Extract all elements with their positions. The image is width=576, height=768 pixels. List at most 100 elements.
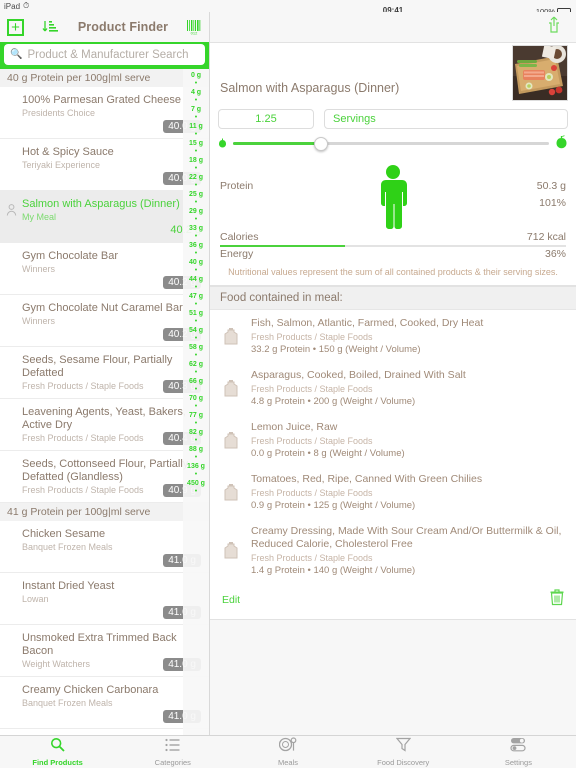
- sort-descending-icon[interactable]: [42, 19, 60, 35]
- index-dot[interactable]: •: [195, 182, 197, 190]
- list-item[interactable]: Instant Dried Yeast Lowan 41.0 g: [0, 573, 209, 625]
- list-item[interactable]: 100% Parmesan Grated Cheese Presidents C…: [0, 87, 209, 139]
- index-label[interactable]: 4 g: [191, 88, 201, 97]
- tab-find-products[interactable]: Find Products: [0, 737, 115, 767]
- index-label[interactable]: 62 g: [189, 360, 203, 369]
- list-item-selected[interactable]: Salmon with Asparagus (Dinner) My Meal 4…: [0, 191, 209, 243]
- index-label[interactable]: 11 g: [189, 122, 203, 131]
- ingredient-row[interactable]: Lemon Juice, Raw Fresh Products / Staple…: [210, 414, 576, 466]
- index-label[interactable]: 77 g: [189, 411, 203, 420]
- list-item[interactable]: Gym Chocolate Bar Winners 40.2 g: [0, 243, 209, 295]
- wifi-icon: ⏱: [23, 1, 30, 10]
- index-label[interactable]: 66 g: [189, 377, 203, 386]
- index-dot[interactable]: •: [195, 199, 197, 207]
- index-dot[interactable]: •: [195, 233, 197, 241]
- index-dot[interactable]: •: [195, 335, 197, 343]
- barcode-icon[interactable]: 012: [186, 19, 202, 35]
- index-dot[interactable]: •: [195, 352, 197, 360]
- index-label[interactable]: 22 g: [189, 173, 203, 182]
- index-label[interactable]: 0 g: [191, 71, 201, 80]
- index-dot[interactable]: •: [195, 114, 197, 122]
- index-label[interactable]: 51 g: [189, 309, 203, 318]
- list-item[interactable]: Dinner Savory Pork Patty Banquet Frozen …: [0, 729, 209, 735]
- index-label[interactable]: 18 g: [189, 156, 203, 165]
- index-label[interactable]: 15 g: [189, 139, 203, 148]
- edit-button[interactable]: Edit: [222, 594, 240, 606]
- list-item[interactable]: Unsmoked Extra Trimmed Back Bacon Weight…: [0, 625, 209, 677]
- index-label[interactable]: 54 g: [189, 326, 203, 335]
- nutrition-summary: Protein 50.3 g 101%: [210, 162, 576, 229]
- index-dot[interactable]: •: [195, 97, 197, 105]
- servings-slider[interactable]: [233, 136, 549, 151]
- index-label[interactable]: 58 g: [189, 343, 203, 352]
- tab-label: Find Products: [32, 758, 83, 767]
- toggles-icon: [510, 737, 527, 757]
- servings-quantity-input[interactable]: 1.25: [218, 109, 314, 129]
- section-index-scrollbar[interactable]: 0 g • 4 g • 7 g • 11 g • 15 g • 18 g • 22 g • 25 g • 29 …: [183, 69, 209, 735]
- ingredient-title: Asparagus, Cooked, Boiled, Drained With …: [251, 369, 466, 381]
- tab-categories[interactable]: Categories: [115, 738, 230, 767]
- index-label[interactable]: 36 g: [189, 241, 203, 250]
- index-dot[interactable]: •: [195, 250, 197, 258]
- index-dot[interactable]: •: [195, 386, 197, 394]
- index-label[interactable]: 7 g: [191, 105, 201, 114]
- index-dot[interactable]: •: [195, 131, 197, 139]
- list-item-title: Gym Chocolate Nut Caramel Bar: [22, 302, 183, 314]
- index-dot[interactable]: •: [195, 403, 197, 411]
- list-item[interactable]: Leavening Agents, Yeast, Bakers, Active …: [0, 399, 209, 451]
- index-label[interactable]: 44 g: [189, 275, 203, 284]
- trash-icon[interactable]: [550, 589, 564, 611]
- list-item[interactable]: Seeds, Sesame Flour, Partially Defatted …: [0, 347, 209, 399]
- index-dot[interactable]: •: [195, 420, 197, 428]
- ingredient-row[interactable]: Tomatoes, Red, Ripe, Canned With Green C…: [210, 466, 576, 518]
- index-dot[interactable]: •: [195, 318, 197, 326]
- tab-settings[interactable]: Settings: [461, 737, 576, 767]
- servings-slider-row: [210, 129, 576, 162]
- ingredient-row[interactable]: Fish, Salmon, Atlantic, Farmed, Cooked, …: [210, 310, 576, 362]
- search-input[interactable]: 🔍 Product & Manufacturer Search: [4, 44, 205, 65]
- list-item[interactable]: Hot & Spicy Sauce Teriyaki Experience 40…: [0, 139, 209, 191]
- servings-unit-input[interactable]: Servings: [324, 109, 568, 129]
- list-item[interactable]: Gym Chocolate Nut Caramel Bar Winners 40…: [0, 295, 209, 347]
- list-item[interactable]: Creamy Chicken Carbonara Banquet Frozen …: [0, 677, 209, 729]
- index-label[interactable]: 40 g: [189, 258, 203, 267]
- list-item[interactable]: Chicken Sesame Banquet Frozen Meals 41.0…: [0, 521, 209, 573]
- index-dot[interactable]: •: [195, 148, 197, 156]
- share-icon[interactable]: [546, 15, 562, 35]
- index-label[interactable]: 88 g: [189, 445, 203, 454]
- list-item-subtitle: Winners: [22, 264, 56, 274]
- list-item-title: Chicken Sesame: [22, 528, 106, 540]
- index-dot[interactable]: •: [195, 301, 197, 309]
- ingredient-row[interactable]: Asparagus, Cooked, Boiled, Drained With …: [210, 362, 576, 414]
- index-dot[interactable]: •: [195, 437, 197, 445]
- slider-knob[interactable]: [314, 136, 329, 151]
- index-dot[interactable]: •: [195, 165, 197, 173]
- index-dot[interactable]: •: [195, 284, 197, 292]
- tab-meals[interactable]: Meals: [230, 737, 345, 767]
- detail-navbar: [210, 12, 576, 42]
- index-label[interactable]: 70 g: [189, 394, 203, 403]
- index-dot[interactable]: •: [195, 488, 197, 496]
- list-item[interactable]: Seeds, Cottonseed Flour, Partially Defat…: [0, 451, 209, 503]
- product-list[interactable]: 40 g Protein per 100g|ml serve 100% Parm…: [0, 69, 209, 735]
- list-item-title: Seeds, Sesame Flour, Partially Defatted: [22, 354, 173, 379]
- index-dot[interactable]: •: [195, 471, 197, 479]
- list-item-title: Creamy Chicken Carbonara: [22, 684, 159, 696]
- index-dot[interactable]: •: [195, 369, 197, 377]
- ingredient-title: Fish, Salmon, Atlantic, Farmed, Cooked, …: [251, 317, 484, 329]
- index-label[interactable]: 136 g: [187, 462, 205, 471]
- meal-thumbnail[interactable]: [512, 45, 568, 101]
- index-dot[interactable]: •: [195, 80, 197, 88]
- plus-icon[interactable]: +: [7, 18, 24, 36]
- index-label[interactable]: 33 g: [189, 224, 203, 233]
- index-label[interactable]: 450 g: [187, 479, 205, 488]
- index-label[interactable]: 82 g: [189, 428, 203, 437]
- tab-food-discovery[interactable]: Food Discovery: [346, 737, 461, 767]
- index-dot[interactable]: •: [195, 216, 197, 224]
- index-label[interactable]: 29 g: [189, 207, 203, 216]
- ingredient-row[interactable]: Creamy Dressing, Made With Sour Cream An…: [210, 518, 576, 583]
- index-dot[interactable]: •: [195, 267, 197, 275]
- index-dot[interactable]: •: [195, 454, 197, 462]
- index-label[interactable]: 47 g: [189, 292, 203, 301]
- index-label[interactable]: 25 g: [189, 190, 203, 199]
